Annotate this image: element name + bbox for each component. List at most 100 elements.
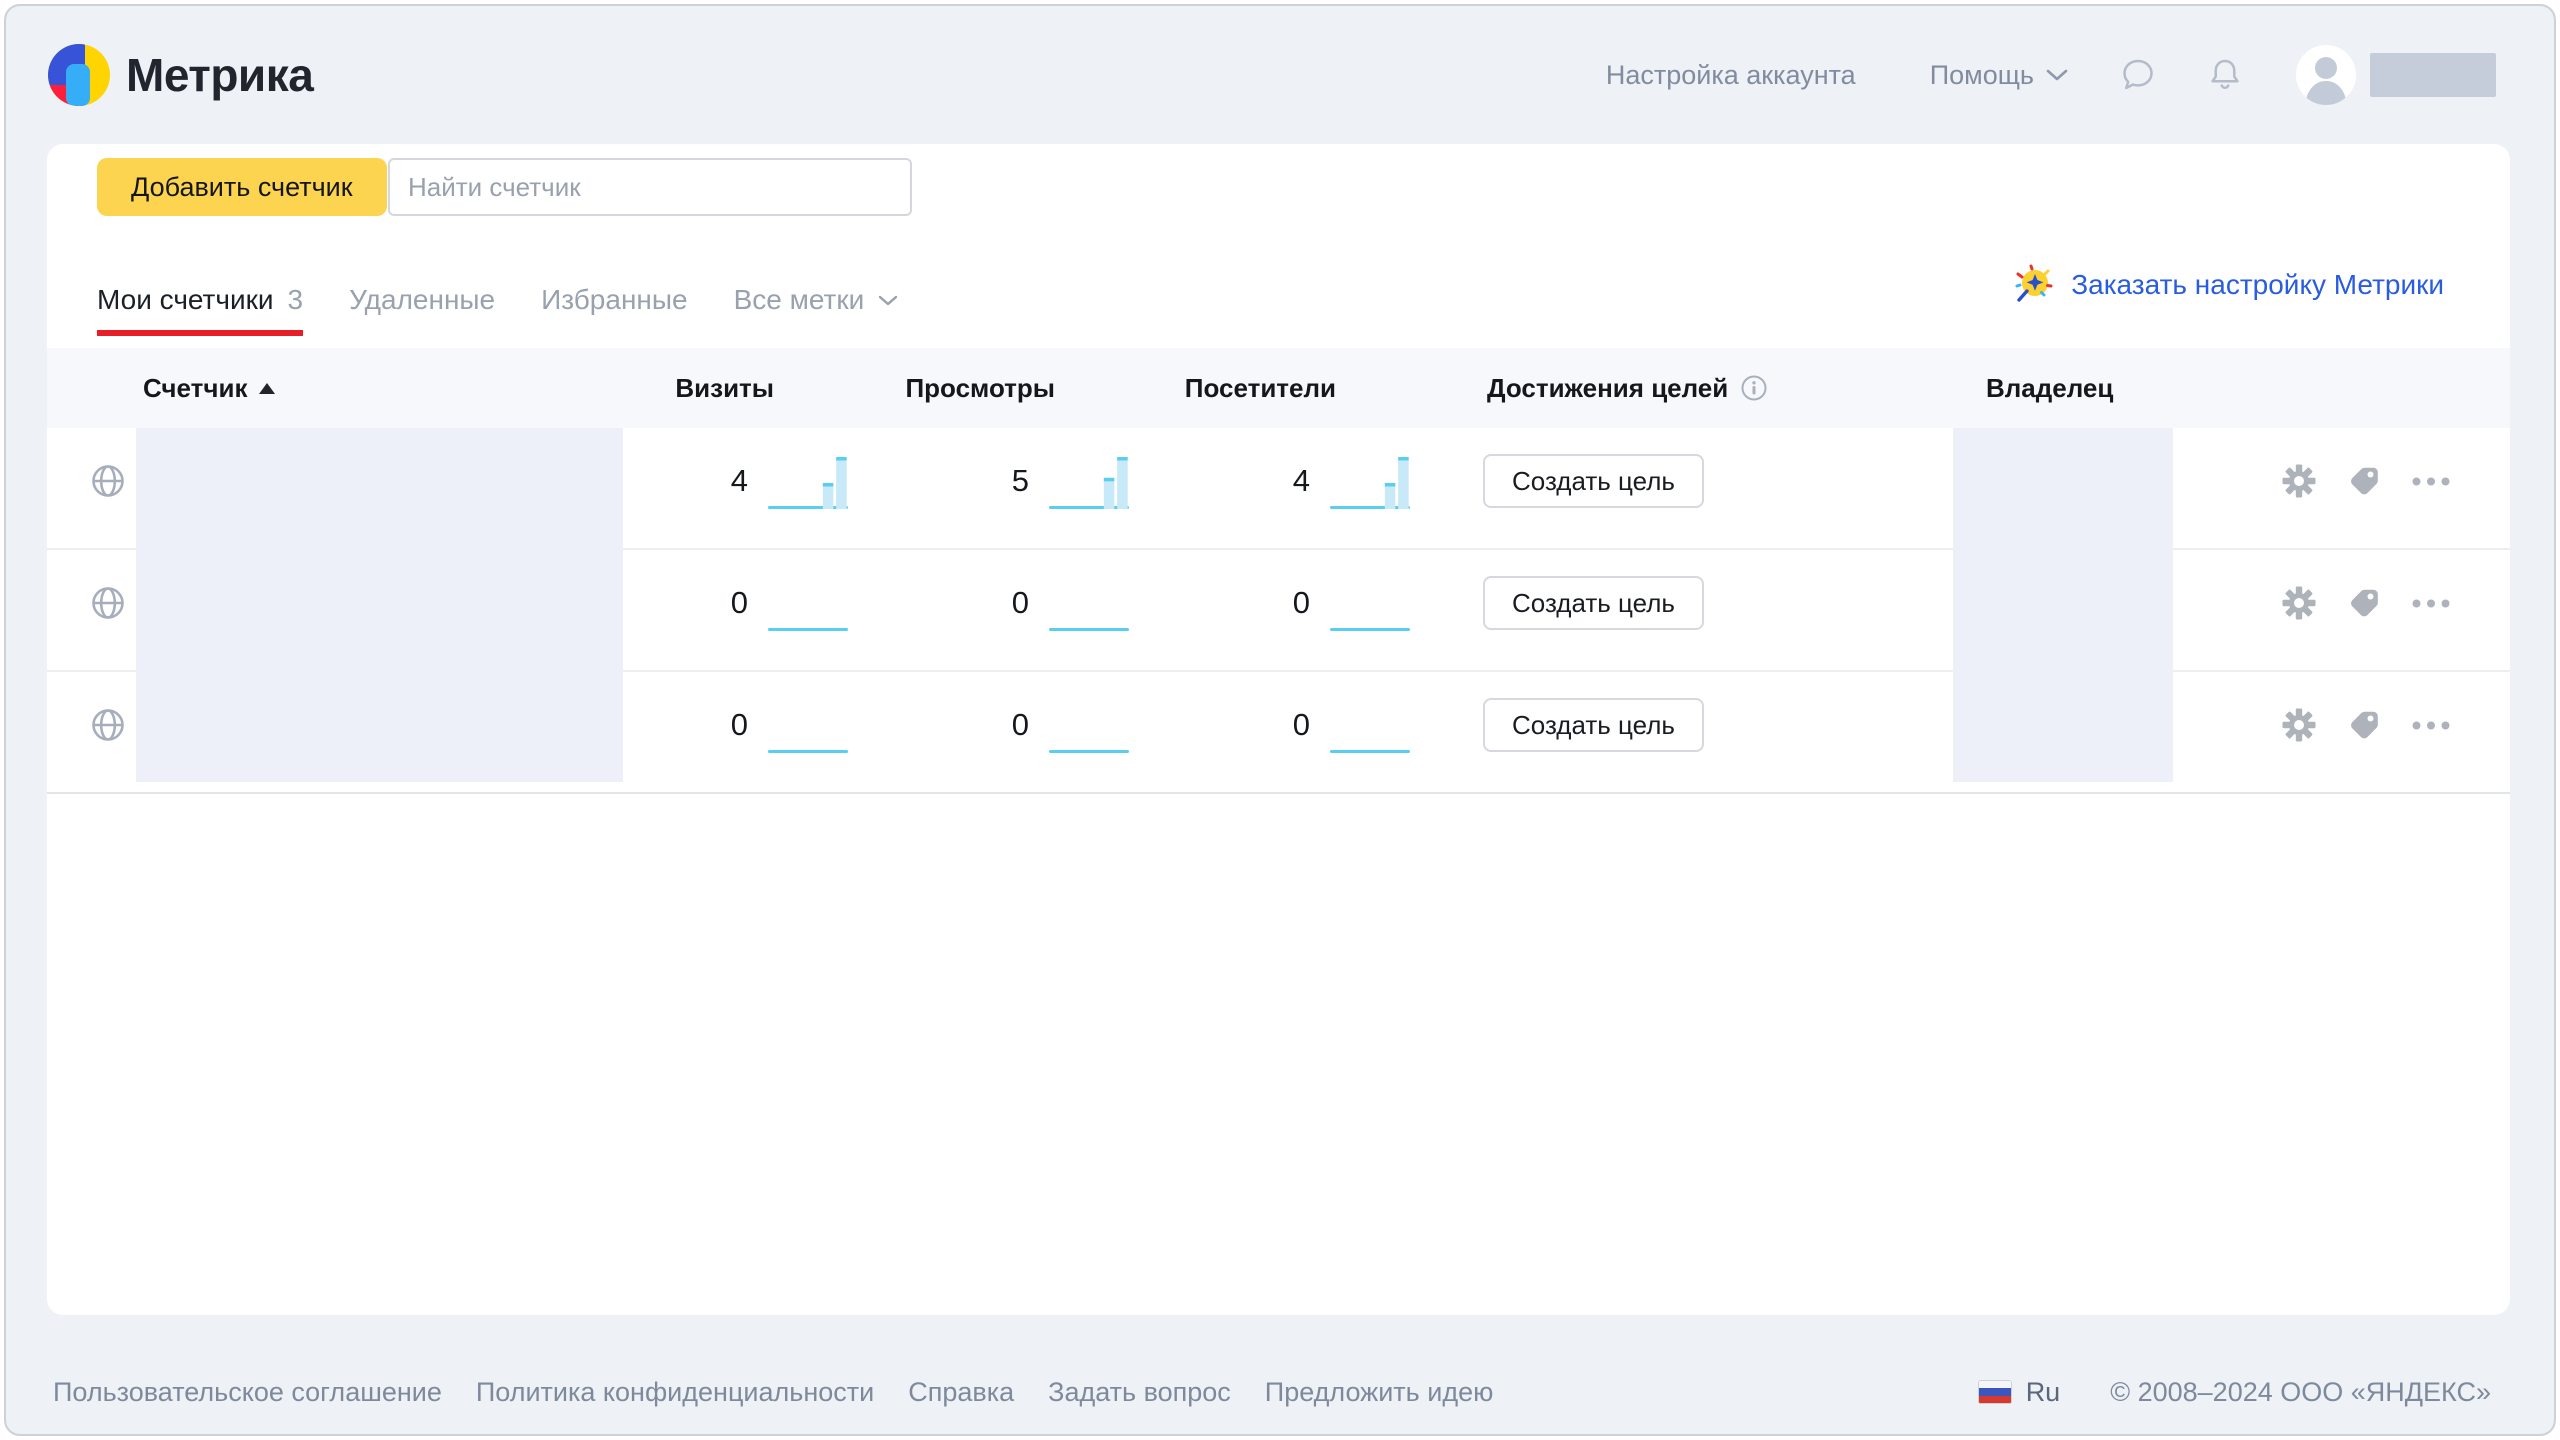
goals-cell: Создать цель bbox=[1410, 576, 1927, 644]
settings-gear-icon[interactable] bbox=[2282, 464, 2316, 498]
visitors-value: 0 bbox=[1293, 707, 1310, 743]
top-navigation: Настройка аккаунта Помощь bbox=[1606, 45, 2496, 105]
info-icon[interactable] bbox=[1740, 374, 1768, 402]
visits-value: 0 bbox=[731, 585, 748, 621]
username-redacted bbox=[2370, 53, 2496, 97]
tag-label-icon[interactable] bbox=[2348, 587, 2380, 619]
visits-sparkline bbox=[768, 452, 848, 510]
settings-gear-icon[interactable] bbox=[2282, 708, 2316, 742]
globe-icon bbox=[47, 585, 136, 635]
create-goal-button[interactable]: Создать цель bbox=[1483, 698, 1704, 752]
footer-right: Ru © 2008–2024 ООО «ЯНДЕКС» bbox=[1978, 1377, 2491, 1408]
help-label: Помощь bbox=[1930, 60, 2034, 91]
column-goals-label: Достижения целей bbox=[1487, 373, 1728, 404]
create-goal-button[interactable]: Создать цель bbox=[1483, 576, 1704, 630]
globe-icon bbox=[47, 707, 136, 757]
footer-link-ask-question[interactable]: Задать вопрос bbox=[1048, 1377, 1231, 1408]
notifications-bell-icon[interactable] bbox=[2208, 57, 2242, 93]
chevron-down-icon bbox=[878, 295, 898, 306]
row-actions bbox=[2173, 708, 2510, 756]
more-actions-icon[interactable] bbox=[2412, 721, 2450, 730]
column-visits: Визиты bbox=[675, 373, 848, 404]
settings-gear-icon[interactable] bbox=[2282, 586, 2316, 620]
goals-cell: Создать цель bbox=[1410, 454, 1927, 522]
views-cell: 0 bbox=[848, 696, 1129, 768]
visits-sparkline bbox=[768, 696, 848, 754]
tab-deleted[interactable]: Удаленные bbox=[349, 252, 495, 348]
tab-label: Удаленные bbox=[349, 284, 495, 316]
owner-names-redacted bbox=[1953, 428, 2173, 782]
user-avatar[interactable] bbox=[2296, 45, 2356, 105]
row-actions bbox=[2173, 464, 2510, 512]
views-cell: 5 bbox=[848, 452, 1129, 524]
russian-flag-icon bbox=[1978, 1380, 2012, 1404]
visits-cell: 4 bbox=[623, 452, 848, 524]
table-body: 4 5 4 Создать цель bbox=[47, 428, 2510, 794]
all-tags-dropdown[interactable]: Все метки bbox=[734, 252, 899, 348]
create-goal-button[interactable]: Создать цель bbox=[1483, 454, 1704, 508]
counter-names-redacted[interactable] bbox=[136, 428, 623, 782]
views-value: 0 bbox=[1012, 585, 1029, 621]
visits-cell: 0 bbox=[623, 696, 848, 768]
visitors-cell: 0 bbox=[1129, 574, 1410, 646]
visits-value: 4 bbox=[731, 463, 748, 499]
goals-cell: Создать цель bbox=[1410, 698, 1927, 766]
account-settings-link[interactable]: Настройка аккаунта bbox=[1606, 60, 1856, 91]
top-bar: Метрика Настройка аккаунта Помощь bbox=[6, 6, 2554, 144]
footer-link-suggest-idea[interactable]: Предложить идею bbox=[1265, 1377, 1494, 1408]
tab-favorites[interactable]: Избранные bbox=[541, 252, 687, 348]
views-cell: 0 bbox=[848, 574, 1129, 646]
footer-link-terms[interactable]: Пользовательское соглашение bbox=[53, 1377, 442, 1408]
tabs-bar: Мои счетчики 3 Удаленные Избранные Все м… bbox=[97, 252, 944, 348]
search-counter-input[interactable] bbox=[388, 158, 912, 216]
globe-icon bbox=[47, 463, 136, 513]
visitors-sparkline bbox=[1330, 574, 1410, 632]
footer-links: Пользовательское соглашение Политика кон… bbox=[53, 1377, 1493, 1408]
magic-wand-icon bbox=[2011, 262, 2057, 308]
column-counter-label: Счетчик bbox=[143, 373, 247, 404]
visitors-cell: 0 bbox=[1129, 696, 1410, 768]
metrika-logo[interactable]: Метрика bbox=[48, 44, 313, 106]
tag-label-icon[interactable] bbox=[2348, 709, 2380, 741]
tab-label: Избранные bbox=[541, 284, 687, 316]
column-goals: Достижения целей bbox=[1410, 373, 1927, 404]
sort-ascending-icon bbox=[259, 383, 275, 394]
row-actions bbox=[2173, 586, 2510, 634]
visitors-value: 4 bbox=[1293, 463, 1310, 499]
views-value: 5 bbox=[1012, 463, 1029, 499]
views-value: 0 bbox=[1012, 707, 1029, 743]
copyright-text: © 2008–2024 ООО «ЯНДЕКС» bbox=[2110, 1377, 2491, 1408]
app-window: Метрика Настройка аккаунта Помощь bbox=[4, 4, 2556, 1436]
language-selector[interactable]: Ru bbox=[2026, 1377, 2061, 1408]
add-counter-button[interactable]: Добавить счетчик bbox=[97, 158, 387, 216]
footer: Пользовательское соглашение Политика кон… bbox=[53, 1364, 2491, 1420]
views-sparkline bbox=[1049, 696, 1129, 754]
footer-link-privacy[interactable]: Политика конфиденциальности bbox=[476, 1377, 874, 1408]
tag-label-icon[interactable] bbox=[2348, 465, 2380, 497]
visitors-value: 0 bbox=[1293, 585, 1310, 621]
column-counter[interactable]: Счетчик bbox=[136, 373, 623, 404]
order-setup-label: Заказать настройку Метрики bbox=[2071, 269, 2444, 301]
logo-wordmark: Метрика bbox=[126, 48, 313, 102]
help-menu[interactable]: Помощь bbox=[1930, 60, 2068, 91]
counters-panel: Добавить счетчик Мои счетчики 3 Удаленны… bbox=[47, 144, 2510, 1315]
order-metrika-setup-link[interactable]: Заказать настройку Метрики bbox=[2011, 262, 2444, 308]
chat-bubble-icon[interactable] bbox=[2120, 57, 2156, 93]
visitors-cell: 4 bbox=[1129, 452, 1410, 524]
more-actions-icon[interactable] bbox=[2412, 477, 2450, 486]
tab-my-counters[interactable]: Мои счетчики 3 bbox=[97, 252, 303, 348]
views-sparkline bbox=[1049, 452, 1129, 510]
views-sparkline bbox=[1049, 574, 1129, 632]
table-header: Счетчик Визиты Просмотры Посетители Дост… bbox=[47, 348, 2510, 428]
visitors-sparkline bbox=[1330, 696, 1410, 754]
chevron-down-icon bbox=[2046, 69, 2068, 81]
more-actions-icon[interactable] bbox=[2412, 599, 2450, 608]
column-views: Просмотры bbox=[905, 373, 1129, 404]
visitors-sparkline bbox=[1330, 452, 1410, 510]
visits-sparkline bbox=[768, 574, 848, 632]
footer-link-help[interactable]: Справка bbox=[908, 1377, 1014, 1408]
all-tags-label: Все метки bbox=[734, 284, 865, 316]
column-visitors: Посетители bbox=[1185, 373, 1410, 404]
metrika-logo-icon bbox=[48, 44, 110, 106]
visits-cell: 0 bbox=[623, 574, 848, 646]
